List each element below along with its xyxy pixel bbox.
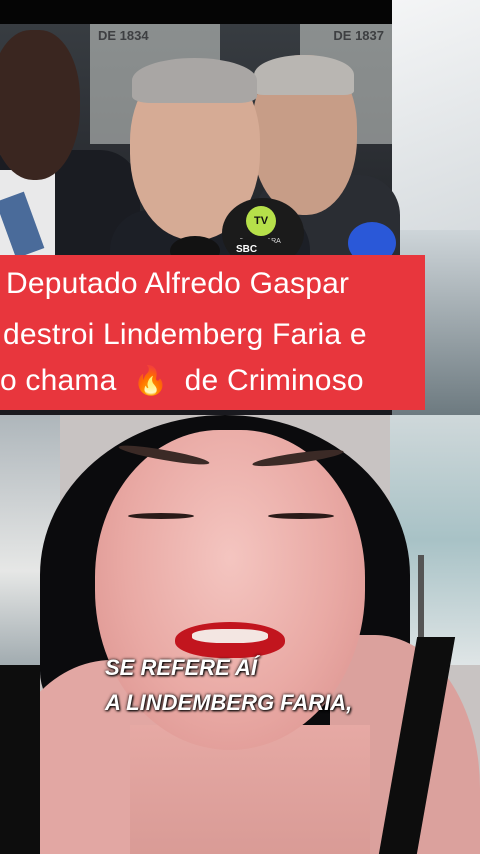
person-center-hair [132,58,257,103]
subtitle-line-2: A LINDEMBERG FARIA, [105,690,353,715]
ceiling [392,0,480,230]
top-black-band [0,0,392,24]
tv-camara-logo-icon: TV [246,206,276,236]
poster-right-text: DE 1837 [333,28,384,43]
presenter-teeth [192,629,268,643]
person-right-hair [254,55,354,95]
presenter-eye-left [128,513,194,519]
person-left-head [0,30,80,180]
caption-line-2: destroi Lindemberg Faria e [3,318,367,351]
caption-line-1: Deputado Alfredo Gaspar [6,267,350,300]
caption-line-3: o chama 🔥 de Criminoso [0,364,364,398]
presenter-strap-left [0,665,40,854]
caption-line-3-prefix: o chama [0,364,117,397]
presenter-eye-right [268,513,334,519]
caption-box: Deputado Alfredo Gaspar destroi Lindembe… [0,255,425,410]
poster-left-text: DE 1834 [98,28,149,43]
door-handle-2 [418,555,424,645]
caption-line-3-suffix: de Criminoso [184,364,364,397]
bottom-video-frame: SE REFERE AÍ A LINDEMBERG FARIA, [0,415,480,854]
subtitle-line-1: SE REFERE AÍ [105,655,257,680]
fire-icon: 🔥 [133,365,169,396]
